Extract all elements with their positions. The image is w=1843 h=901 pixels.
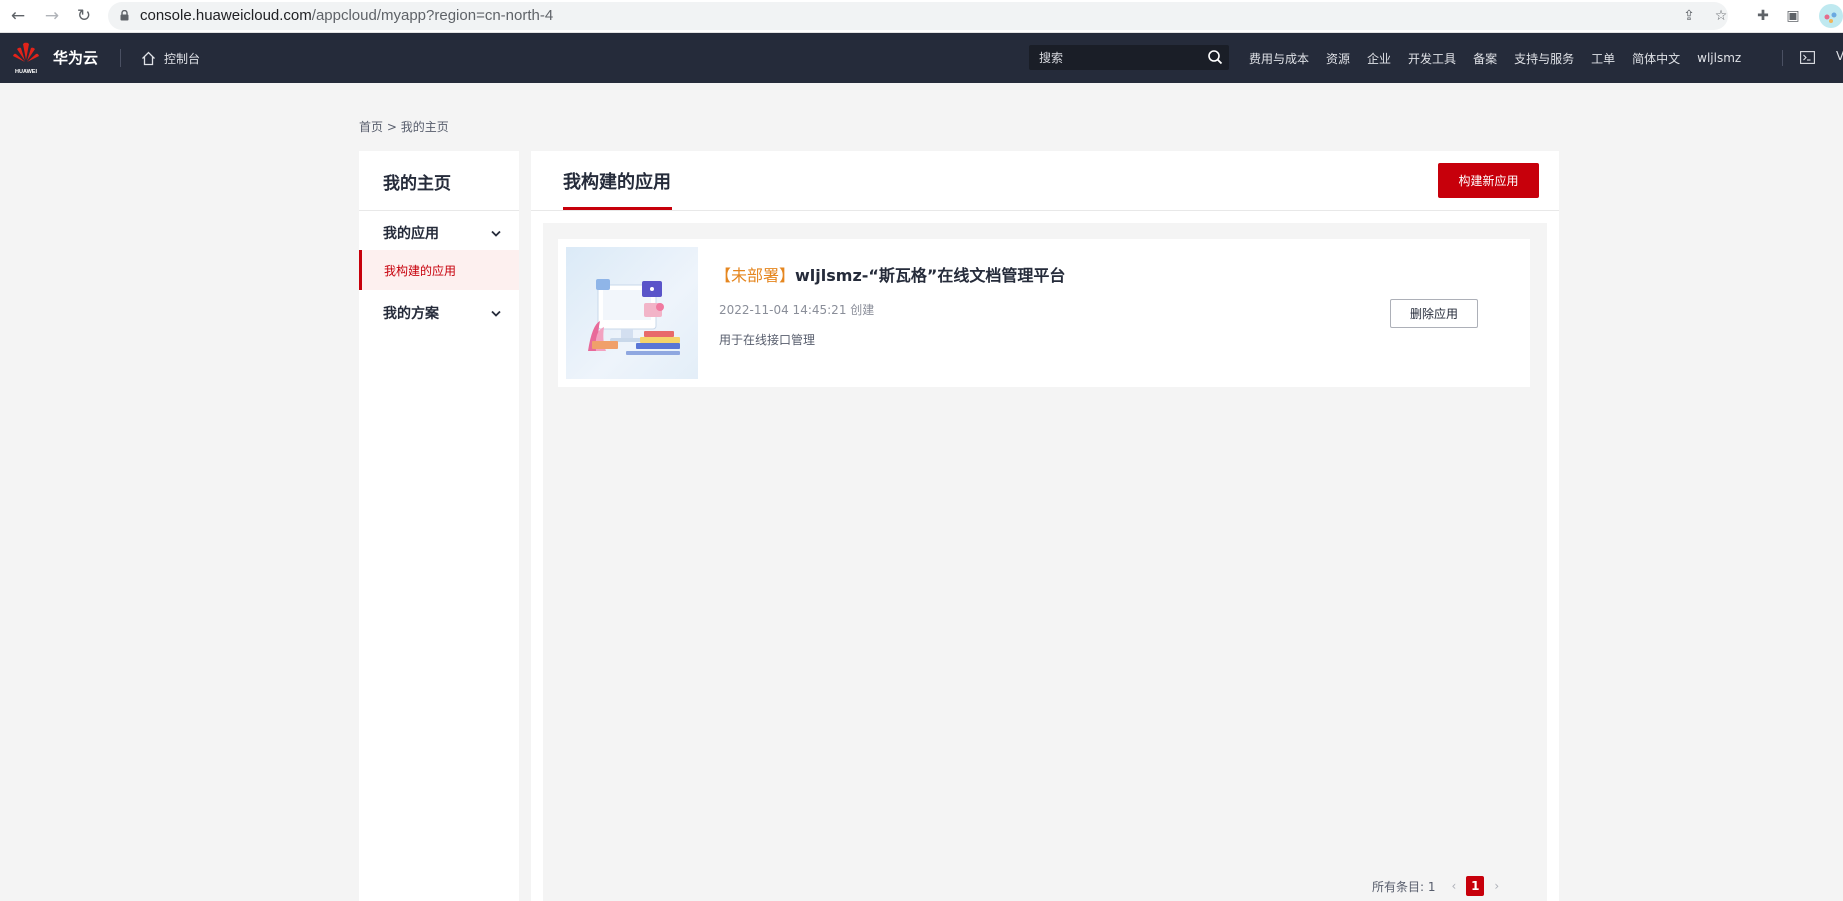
chevron-down-icon (491, 310, 501, 317)
chevron-down-icon (491, 230, 501, 237)
sidebar-divider (359, 210, 519, 211)
console-link[interactable]: 控制台 (141, 47, 200, 69)
search-input[interactable] (1039, 49, 1199, 66)
nav-username[interactable]: wljlsmz (1697, 51, 1741, 65)
breadcrumb-current: 我的主页 (400, 120, 449, 134)
app-thumbnail-image (566, 247, 698, 379)
sidebar-group-my-apps[interactable]: 我的应用 (383, 223, 501, 243)
app-list: 【未部署】wljlsmz-“斯瓦格”在线文档管理平台 2022-11-04 14… (543, 223, 1547, 901)
pagination: 所有条目: 1 ‹ 1 › (1372, 876, 1509, 896)
profile-avatar[interactable] (1819, 4, 1843, 28)
sidebar: 我的主页 我的应用 我构建的应用 我的方案 (359, 151, 519, 901)
logo-text: HUAWEI (15, 69, 37, 75)
huawei-logo-icon[interactable]: HUAWEI (10, 40, 42, 76)
back-arrow-icon[interactable]: ← (6, 4, 30, 28)
side-panel-icon[interactable]: ▣ (1782, 5, 1804, 27)
url-text: console.huaweicloud.com/appcloud/myapp?r… (140, 7, 553, 24)
extensions-icon[interactable]: ✚ (1752, 5, 1774, 27)
share-icon[interactable]: ⇪ (1678, 5, 1700, 27)
cloud-shell-icon[interactable] (1800, 51, 1815, 64)
app-title[interactable]: 【未部署】wljlsmz-“斯瓦格”在线文档管理平台 (715, 262, 1065, 286)
nav-resources[interactable]: 资源 (1326, 50, 1350, 67)
home-icon (142, 51, 155, 65)
console-label: 控制台 (164, 51, 201, 66)
nav-dev-tools[interactable]: 开发工具 (1408, 50, 1456, 67)
next-page-icon[interactable]: › (1494, 879, 1499, 893)
tab-built-apps[interactable]: 我构建的应用 (563, 168, 671, 194)
nav-billing[interactable]: 费用与成本 (1249, 50, 1309, 67)
header-separator (1782, 50, 1783, 66)
app-created-time: 2022-11-04 14:45:21 创建 (719, 303, 875, 317)
breadcrumb-separator: > (386, 120, 397, 134)
brand-name[interactable]: 华为云 (53, 47, 98, 68)
app-card[interactable]: 【未部署】wljlsmz-“斯瓦格”在线文档管理平台 2022-11-04 14… (558, 239, 1530, 387)
app-name: wljlsmz-“斯瓦格”在线文档管理平台 (795, 266, 1066, 285)
reload-icon[interactable]: ↻ (72, 4, 96, 28)
address-bar[interactable]: console.huaweicloud.com/appcloud/myapp?r… (108, 2, 1728, 30)
url-path: /appcloud/myapp?region=cn-north-4 (311, 7, 554, 24)
nav-icp[interactable]: 备案 (1473, 50, 1497, 67)
page-number-current[interactable]: 1 (1466, 876, 1485, 896)
lock-icon (120, 10, 129, 21)
sidebar-group-my-solutions[interactable]: 我的方案 (383, 303, 501, 323)
sidebar-item-built-apps[interactable]: 我构建的应用 (359, 250, 519, 290)
app-description: 用于在线接口管理 (719, 333, 816, 347)
prev-page-icon[interactable]: ‹ (1452, 879, 1457, 893)
header-nav: 费用与成本 资源 企业 开发工具 备案 支持与服务 工单 简体中文 wljlsm… (1249, 33, 1741, 83)
nav-tickets[interactable]: 工单 (1591, 50, 1615, 67)
main-panel: 我构建的应用 构建新应用 【未部署】wljlsmz-“斯瓦格”在线文档管理平台 … (531, 151, 1559, 901)
pagination-total: 所有条目: 1 (1372, 879, 1436, 894)
bookmark-star-icon[interactable]: ☆ (1710, 5, 1732, 27)
search-box[interactable] (1029, 45, 1229, 70)
header-divider (120, 49, 121, 67)
sidebar-group-label: 我的应用 (383, 226, 439, 242)
nav-enterprise[interactable]: 企业 (1367, 50, 1391, 67)
breadcrumb-home[interactable]: 首页 (359, 120, 383, 134)
url-host: console.huaweicloud.com (140, 7, 312, 24)
build-new-app-button[interactable]: 构建新应用 (1438, 163, 1539, 198)
delete-app-button[interactable]: 删除应用 (1390, 299, 1478, 328)
app-status-badge: 【未部署】 (715, 266, 796, 285)
app-header: HUAWEI 华为云 控制台 费用与成本 资源 企业 开发工具 备案 支持与服务… (0, 33, 1843, 83)
sidebar-item-label: 我构建的应用 (384, 264, 457, 278)
browser-toolbar: ← → ↻ console.huaweicloud.com/appcloud/m… (0, 0, 1843, 33)
nav-language[interactable]: 简体中文 (1632, 50, 1680, 67)
breadcrumb: 首页 > 我的主页 (359, 118, 449, 135)
main-divider (531, 210, 1559, 211)
header-overflow-item[interactable]: V (1836, 49, 1843, 63)
nav-support[interactable]: 支持与服务 (1514, 50, 1574, 67)
forward-arrow-icon[interactable]: → (40, 4, 64, 28)
sidebar-group-label: 我的方案 (383, 306, 439, 322)
sidebar-title: 我的主页 (383, 174, 451, 194)
search-icon[interactable] (1207, 49, 1223, 65)
